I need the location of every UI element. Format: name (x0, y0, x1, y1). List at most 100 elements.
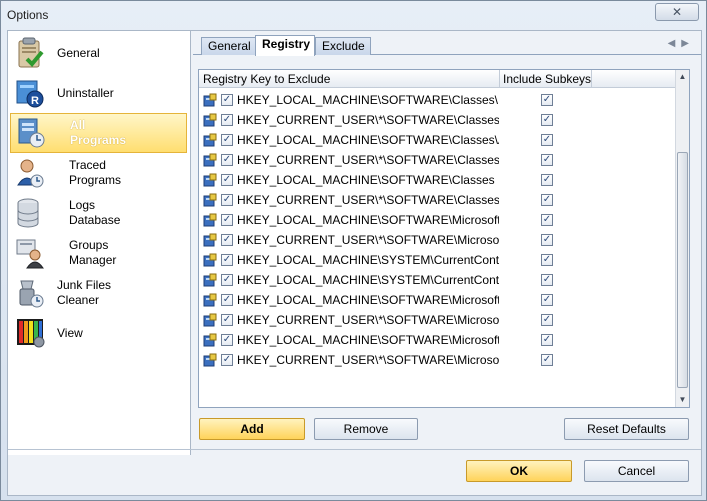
registry-key-icon (203, 233, 217, 247)
sidebar-item-groups-manager[interactable]: Groups Manager (10, 233, 187, 273)
junk-cleaner-icon (13, 276, 47, 310)
tab-scroll-arrows[interactable]: ◀▶ (668, 38, 695, 49)
row-enabled-checkbox[interactable]: ✓ (221, 314, 233, 326)
row-enabled-checkbox[interactable]: ✓ (221, 254, 233, 266)
registry-key-icon (203, 173, 217, 187)
registry-key-icon (203, 333, 217, 347)
include-subkeys-checkbox[interactable]: ✓ (541, 294, 553, 306)
sidebar-item-label: General (57, 45, 100, 60)
reset-defaults-button[interactable]: Reset Defaults (564, 418, 689, 440)
include-subkeys-checkbox[interactable]: ✓ (541, 114, 553, 126)
row-enabled-checkbox[interactable]: ✓ (221, 294, 233, 306)
table-row[interactable]: ✓ HKEY_CURRENT_USER\*\SOFTWARE\Microsoft\… (199, 230, 676, 250)
cancel-button[interactable]: Cancel (584, 460, 689, 482)
registry-key-text: HKEY_CURRENT_USER\*\SOFTWARE\Microsoft\.… (237, 233, 499, 247)
sidebar-item-label: Traced Programs (69, 158, 122, 187)
row-enabled-checkbox[interactable]: ✓ (221, 274, 233, 286)
add-button[interactable]: Add (199, 418, 305, 440)
row-enabled-checkbox[interactable]: ✓ (221, 134, 233, 146)
table-row[interactable]: ✓ HKEY_LOCAL_MACHINE\SYSTEM\CurrentContr.… (199, 250, 676, 270)
registry-key-icon (203, 313, 217, 327)
registry-exclusion-grid[interactable]: Registry Key to Exclude Include Subkeys … (198, 69, 690, 408)
registry-key-icon (203, 113, 217, 127)
tab-exclude[interactable]: Exclude (315, 37, 371, 55)
row-enabled-checkbox[interactable]: ✓ (221, 234, 233, 246)
sidebar-item-general[interactable]: General (10, 33, 187, 73)
include-subkeys-checkbox[interactable]: ✓ (541, 214, 553, 226)
scroll-thumb[interactable] (677, 152, 688, 388)
registry-key-text: HKEY_CURRENT_USER\*\SOFTWARE\Microsoft\.… (237, 353, 499, 367)
include-subkeys-checkbox[interactable]: ✓ (541, 234, 553, 246)
sidebar-item-label: View (57, 325, 83, 340)
column-header-registry-key[interactable]: Registry Key to Exclude (203, 72, 330, 86)
registry-key-text: HKEY_LOCAL_MACHINE\SOFTWARE\Classes\In..… (237, 93, 499, 107)
options-sidebar: General R Uninstaller All Programs Trace… (8, 31, 191, 455)
registry-key-text: HKEY_LOCAL_MACHINE\SOFTWARE\Microsoft... (237, 333, 499, 347)
table-row[interactable]: ✓ HKEY_LOCAL_MACHINE\SOFTWARE\Microsoft..… (199, 330, 676, 350)
sidebar-item-all-programs[interactable]: All Programs (10, 113, 187, 153)
sidebar-item-uninstaller[interactable]: R Uninstaller (10, 73, 187, 113)
sidebar-item-logs-database[interactable]: Logs Database (10, 193, 187, 233)
include-subkeys-checkbox[interactable]: ✓ (541, 254, 553, 266)
row-enabled-checkbox[interactable]: ✓ (221, 334, 233, 346)
table-row[interactable]: ✓ HKEY_CURRENT_USER\*\SOFTWARE\Microsoft\… (199, 310, 676, 330)
include-subkeys-checkbox[interactable]: ✓ (541, 274, 553, 286)
row-enabled-checkbox[interactable]: ✓ (221, 114, 233, 126)
include-subkeys-checkbox[interactable]: ✓ (541, 134, 553, 146)
vertical-scrollbar[interactable]: ▲ ▼ (675, 70, 689, 407)
grid-header: Registry Key to Exclude Include Subkeys (199, 70, 676, 88)
tab-general[interactable]: General (201, 37, 257, 55)
table-row[interactable]: ✓ HKEY_CURRENT_USER\*\SOFTWARE\Microsoft\… (199, 350, 676, 370)
sidebar-item-label: Logs Database (69, 198, 121, 227)
clipboard-check-icon (13, 36, 47, 70)
column-divider[interactable] (499, 70, 500, 88)
registry-key-text: HKEY_CURRENT_USER\*\SOFTWARE\Microsoft\.… (237, 313, 499, 327)
table-row[interactable]: ✓ HKEY_LOCAL_MACHINE\SYSTEM\CurrentContr.… (199, 270, 676, 290)
include-subkeys-checkbox[interactable]: ✓ (541, 174, 553, 186)
tab-strip: General Registry Exclude ◀▶ (193, 35, 701, 56)
remove-button[interactable]: Remove (314, 418, 418, 440)
row-enabled-checkbox[interactable]: ✓ (221, 154, 233, 166)
sidebar-item-label: Junk Files Cleaner (57, 278, 112, 307)
table-row[interactable]: ✓ HKEY_CURRENT_USER\*\SOFTWARE\Classes\In… (199, 110, 676, 130)
row-enabled-checkbox[interactable]: ✓ (221, 174, 233, 186)
column-divider[interactable] (591, 70, 592, 88)
uninstaller-icon: R (13, 76, 47, 110)
include-subkeys-checkbox[interactable]: ✓ (541, 354, 553, 366)
title-bar: Options ✕ (1, 1, 706, 29)
tab-registry[interactable]: Registry (255, 35, 315, 56)
options-window: Options ✕ General R Uninstaller All Prog… (0, 0, 707, 501)
row-enabled-checkbox[interactable]: ✓ (221, 94, 233, 106)
table-row[interactable]: ✓ HKEY_LOCAL_MACHINE\SOFTWARE\Classes\In.… (199, 90, 676, 110)
close-icon: ✕ (671, 5, 683, 19)
table-row[interactable]: ✓ HKEY_LOCAL_MACHINE\SOFTWARE\Classes ✓ (199, 170, 676, 190)
include-subkeys-checkbox[interactable]: ✓ (541, 194, 553, 206)
table-row[interactable]: ✓ HKEY_LOCAL_MACHINE\SOFTWARE\Microsoft..… (199, 290, 676, 310)
registry-key-icon (203, 193, 217, 207)
column-header-include-subkeys[interactable]: Include Subkeys (503, 72, 591, 86)
view-icon (13, 316, 47, 350)
table-row[interactable]: ✓ HKEY_LOCAL_MACHINE\SOFTWARE\Microsoft..… (199, 210, 676, 230)
registry-key-text: HKEY_LOCAL_MACHINE\SOFTWARE\Microsoft... (237, 213, 499, 227)
registry-key-text: HKEY_CURRENT_USER\*\SOFTWARE\Classes\In.… (237, 113, 499, 127)
include-subkeys-checkbox[interactable]: ✓ (541, 334, 553, 346)
include-subkeys-checkbox[interactable]: ✓ (541, 94, 553, 106)
row-enabled-checkbox[interactable]: ✓ (221, 194, 233, 206)
sidebar-item-traced-programs[interactable]: Traced Programs (10, 153, 187, 193)
registry-key-text: HKEY_CURRENT_USER\*\SOFTWARE\Classes\A..… (237, 153, 499, 167)
svg-text:R: R (31, 95, 39, 107)
include-subkeys-checkbox[interactable]: ✓ (541, 154, 553, 166)
include-subkeys-checkbox[interactable]: ✓ (541, 314, 553, 326)
dialog-client-area: General R Uninstaller All Programs Trace… (7, 30, 702, 496)
table-row[interactable]: ✓ HKEY_CURRENT_USER\*\SOFTWARE\Classes\A.… (199, 150, 676, 170)
row-enabled-checkbox[interactable]: ✓ (221, 354, 233, 366)
sidebar-item-view[interactable]: View (10, 313, 187, 353)
ok-button[interactable]: OK (466, 460, 572, 482)
table-row[interactable]: ✓ HKEY_LOCAL_MACHINE\SOFTWARE\Classes\A..… (199, 130, 676, 150)
scroll-down-arrow-icon[interactable]: ▼ (676, 393, 689, 407)
sidebar-item-junk-files-cleaner[interactable]: Junk Files Cleaner (10, 273, 187, 313)
scroll-up-arrow-icon[interactable]: ▲ (676, 70, 689, 84)
table-row[interactable]: ✓ HKEY_CURRENT_USER\*\SOFTWARE\Classes ✓ (199, 190, 676, 210)
close-button[interactable]: ✕ (655, 3, 699, 21)
row-enabled-checkbox[interactable]: ✓ (221, 214, 233, 226)
